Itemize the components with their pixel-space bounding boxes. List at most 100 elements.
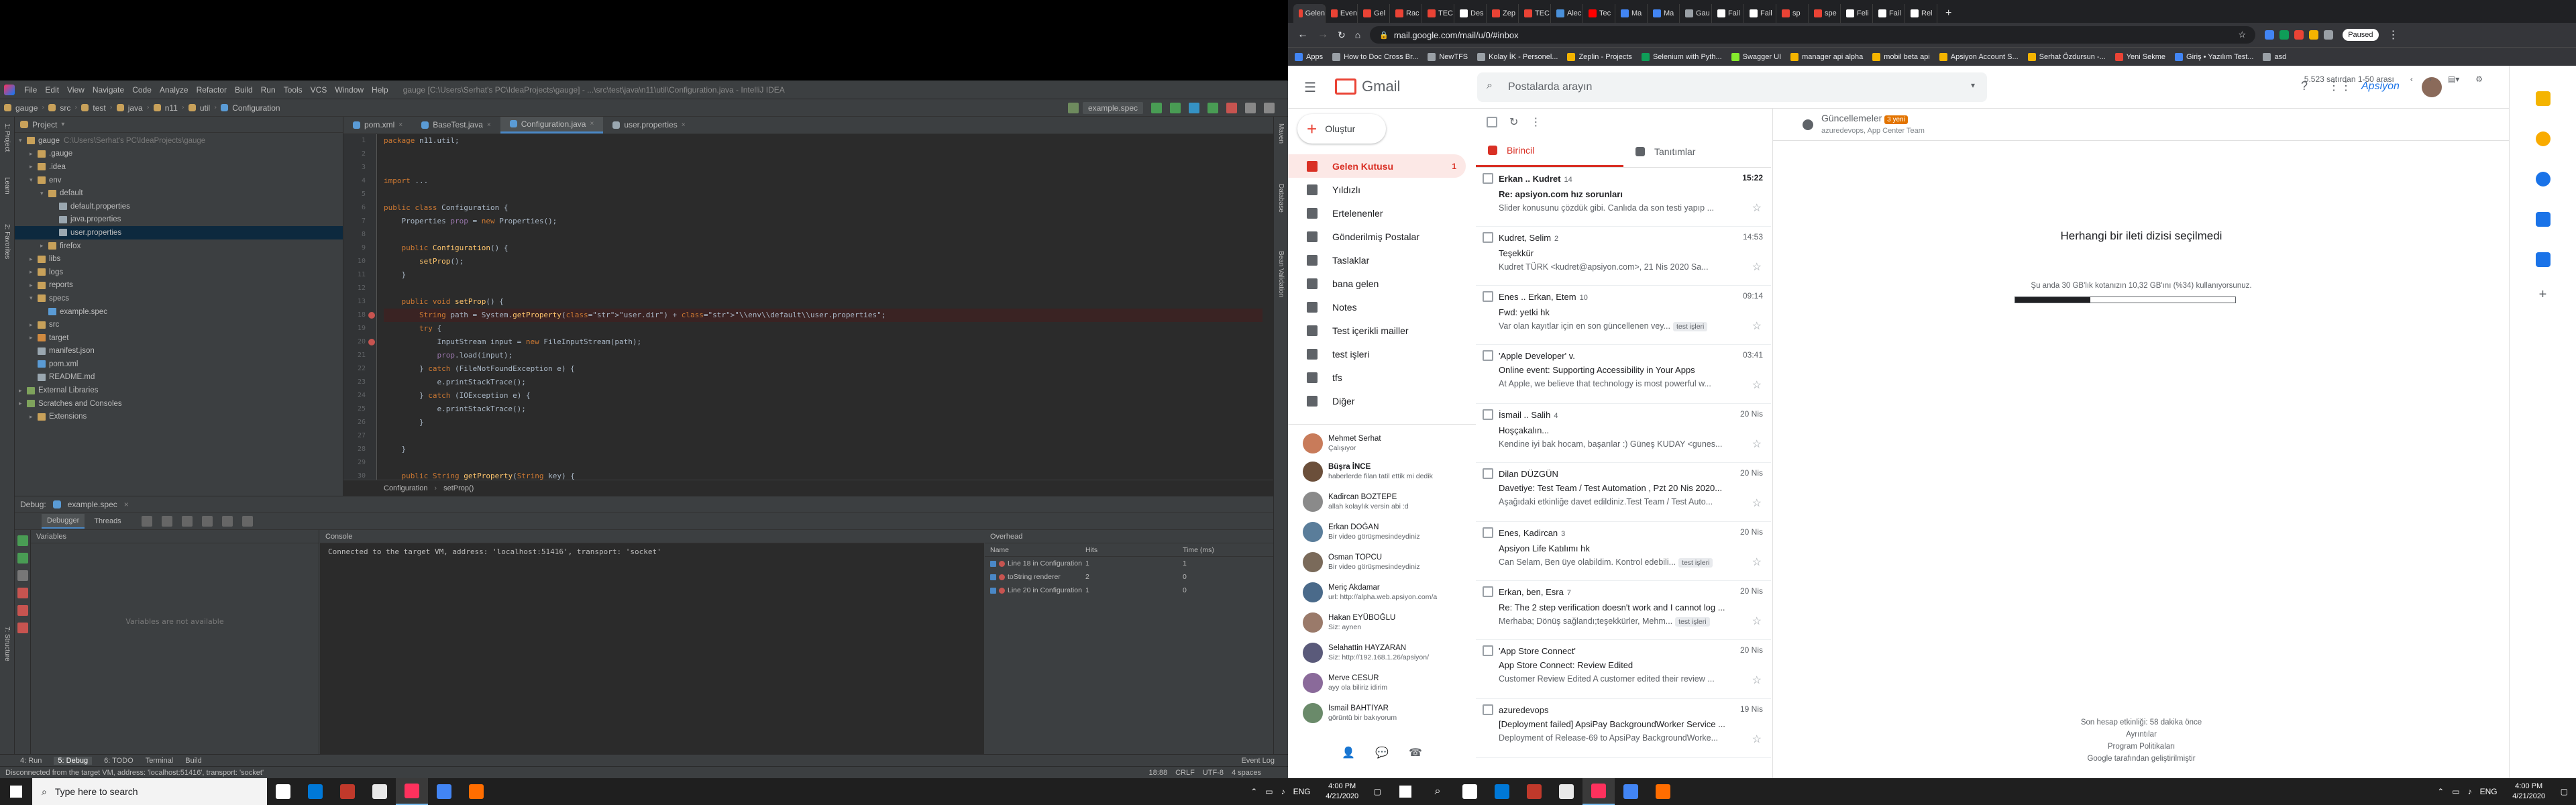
taskbar-app[interactable] [396, 778, 428, 805]
browser-tab[interactable]: Tec [1583, 4, 1615, 23]
details-link[interactable]: Ayrıntılar [1773, 729, 2510, 741]
tree-item[interactable]: default.properties [15, 200, 343, 213]
back-icon[interactable]: ← [1297, 29, 1308, 41]
mail-row[interactable]: Kudret, Selim 2 Teşekkür Kudret TÜRK <kudre… [1476, 227, 1771, 286]
line-number[interactable]: 13 [343, 295, 376, 309]
mail-row[interactable]: Enes .. Erkan, Etem 10 Fwd: yetki hk Var ol… [1476, 286, 1771, 345]
search-icon[interactable] [1264, 102, 1275, 113]
settings-icon[interactable]: ⚙ [2475, 74, 2483, 84]
nav-item[interactable]: Notes [1288, 295, 1476, 319]
chevron-up-icon[interactable]: ⌃ [2437, 787, 2444, 796]
browser-tab[interactable]: Des [1454, 4, 1487, 23]
menu-code[interactable]: Code [132, 85, 152, 95]
network-icon[interactable]: ▭ [2452, 787, 2459, 796]
language-label[interactable]: ENG [1293, 787, 1311, 796]
menu-window[interactable]: Window [335, 85, 364, 95]
stop-icon[interactable] [1226, 102, 1237, 113]
nav-item[interactable]: bana gelen [1288, 272, 1476, 295]
bookmark[interactable]: manager api alpha [1790, 52, 1863, 61]
mail-row[interactable]: azuredevops [Deployment failed] ApsiPay B… [1476, 699, 1771, 758]
line-number[interactable]: 2 [343, 148, 376, 161]
star-icon[interactable]: ☆ [1752, 733, 1762, 746]
col-time[interactable]: Time (ms) [1183, 546, 1273, 554]
main-menu-icon[interactable]: ☰ [1304, 79, 1316, 96]
overhead-row[interactable]: Line 20 in Configuration 1 0 [985, 584, 1273, 597]
tree-item[interactable]: pom.xml [15, 358, 343, 371]
expand-arrow-icon[interactable]: ▸ [30, 413, 38, 421]
tree-item[interactable]: ▸ libs [15, 252, 343, 266]
bookmark[interactable]: Giriş • Yazılım Test... [2175, 52, 2253, 61]
chevron-up-icon[interactable]: ⌃ [1250, 787, 1257, 796]
mail-checkbox[interactable] [1483, 232, 1493, 243]
mail-checkbox[interactable] [1483, 704, 1493, 715]
checkbox-icon[interactable] [990, 560, 996, 567]
breadcrumb-item[interactable]: src [60, 103, 70, 113]
browser-tab[interactable]: Zep [1487, 4, 1519, 23]
nav-item[interactable]: Diğer [1288, 389, 1476, 413]
view-breakpoints-icon[interactable] [17, 605, 28, 616]
hangout-contact[interactable]: Büşra İNCE haberlerde filan tatil ettik m… [1288, 456, 1476, 486]
code-line[interactable]: setProp(); [384, 255, 1263, 268]
bookmark[interactable]: mobil beta api [1872, 52, 1930, 61]
mute-breakpoints-icon[interactable] [17, 623, 28, 633]
line-number[interactable]: 1 [343, 134, 376, 148]
bookmark[interactable]: NewTFS [1428, 52, 1468, 61]
more-icon[interactable]: ⋮ [1530, 115, 1541, 129]
mail-checkbox[interactable] [1483, 173, 1493, 184]
taskbar-app[interactable] [299, 778, 331, 805]
star-icon[interactable]: ☆ [1752, 437, 1762, 451]
line-number[interactable]: 10 [343, 255, 376, 268]
taskbar-app[interactable] [1454, 778, 1486, 805]
star-icon[interactable]: ☆ [1752, 555, 1762, 569]
clock-left[interactable]: 4:00 PM 4/21/2020 [1319, 782, 1366, 802]
menu-icon[interactable]: ⋮ [2388, 28, 2399, 42]
keep-icon[interactable] [2535, 131, 2551, 146]
tree-item[interactable]: ▾ gauge C:\Users\Serhat's PC\IdeaProjects\… [15, 134, 343, 148]
code-line[interactable]: } catch (FileNotFoundException e) { [384, 362, 1263, 376]
notification-icon[interactable]: ▢ [1374, 787, 1381, 796]
force-step-into-icon[interactable] [181, 515, 193, 527]
taskbar-app[interactable] [1615, 778, 1647, 805]
expand-arrow-icon[interactable]: ▸ [30, 150, 38, 158]
breadcrumb-item[interactable]: java [128, 103, 143, 113]
updates-tab[interactable]: Güncellemeler 3 yeni azuredevops, App Ce… [1773, 109, 2509, 141]
overhead-row[interactable]: Line 18 in Configuration 1 1 [985, 557, 1273, 570]
url-text[interactable]: mail.google.com/mail/u/0/#inbox [1394, 30, 1519, 40]
menu-file[interactable]: File [24, 85, 37, 95]
close-icon[interactable]: × [682, 121, 686, 129]
breadcrumb-method[interactable]: setProp() [443, 484, 474, 492]
hangout-contact[interactable]: Merve CESUR ayy ola biliriz idirim [1288, 667, 1476, 698]
code-line[interactable]: try { [384, 322, 1263, 335]
new-tab-icon[interactable]: + [1937, 4, 1951, 23]
bookmark[interactable]: Serhat Özdursun -... [2027, 52, 2106, 61]
tree-item[interactable]: ▸ Extensions [15, 410, 343, 423]
code-line[interactable] [384, 188, 1263, 201]
tab-threads[interactable]: Threads [94, 517, 121, 525]
expand-arrow-icon[interactable]: ▸ [30, 256, 38, 263]
bookmark[interactable]: Kolay İK - Personel... [1477, 52, 1558, 61]
mail-checkbox[interactable] [1483, 468, 1493, 479]
extension-icon[interactable] [2265, 30, 2275, 40]
mail-row[interactable]: 'App Store Connect' App Store Connect: Re… [1476, 640, 1771, 699]
star-icon[interactable]: ☆ [1752, 496, 1762, 510]
learn-tool-label[interactable]: Learn [3, 177, 11, 195]
mail-checkbox[interactable] [1483, 527, 1493, 538]
line-number[interactable]: 29 [343, 456, 376, 470]
star-icon[interactable]: ☆ [1752, 319, 1762, 333]
bookmark[interactable]: Selenium with Pyth... [1641, 52, 1722, 61]
nav-item[interactable]: Test içerikli mailler [1288, 319, 1476, 342]
bookmark[interactable]: Yeni Sekme [2114, 52, 2165, 61]
run-icon[interactable] [1151, 102, 1162, 113]
star-icon[interactable]: ☆ [1752, 260, 1762, 274]
code-line[interactable] [384, 429, 1263, 443]
bookmark[interactable]: Swagger UI [1731, 52, 1781, 61]
console-output[interactable]: Connected to the target VM, address: 'lo… [320, 543, 984, 560]
tool-tab[interactable]: 6: TODO [104, 757, 133, 765]
tree-item[interactable]: ▾ env [15, 174, 343, 187]
col-name[interactable]: Name [985, 546, 1085, 554]
menu-run[interactable]: Run [261, 85, 276, 95]
bean-validation-label[interactable]: Bean Validation [1277, 251, 1285, 297]
line-number[interactable]: 11 [343, 268, 376, 282]
editor-tab[interactable]: BaseTest.java × [412, 117, 500, 133]
older-icon[interactable]: › [2429, 74, 2432, 84]
